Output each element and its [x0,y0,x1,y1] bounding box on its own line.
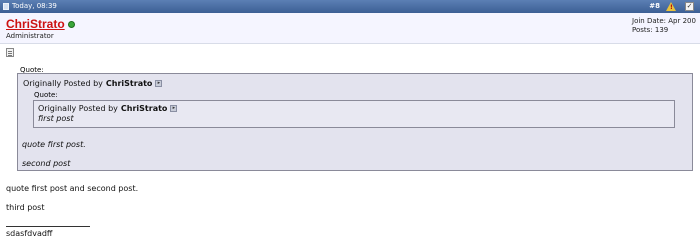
join-date: Join Date: Apr 200 [632,17,696,25]
nested-quote-block: Originally Posted by ChriStrato ▸ first … [33,100,675,128]
username-link[interactable]: ChriStrato [6,17,65,31]
nested-quote-text: first post [38,114,74,123]
username-block: ChriStrato [6,17,75,31]
user-title: Administrator [6,32,54,40]
nested-originally-posted-by-text: Originally Posted by [38,104,118,113]
report-post-icon[interactable]: ! [666,2,676,11]
message-icon [6,48,14,57]
signature-divider [6,226,90,227]
quote-line: second post [22,159,71,168]
quote-line: quote first post. [22,140,86,149]
post-date-text: Today, 08:39 [12,2,57,10]
select-post-checkbox-icon[interactable]: ✓ [685,2,694,11]
view-post-icon[interactable]: ▸ [155,80,163,87]
quote-block: Originally Posted by ChriStrato ▸ Quote:… [17,73,693,171]
post-number-link[interactable]: #8 [649,2,660,10]
post-text-line: quote first post and second post. [6,184,139,193]
originally-posted-by-text: Originally Posted by [23,79,103,88]
nested-quote-author: ChriStrato [120,104,168,113]
nested-quote-attribution: Originally Posted by ChriStrato ▸ [38,104,178,113]
post-text-line: third post [6,203,45,212]
post-date: Today, 08:39 [3,2,57,11]
user-info-row: ChriStrato Administrator Join Date: Apr … [0,13,700,44]
nested-quote-label: Quote: [34,91,58,99]
online-status-icon [67,20,75,28]
quote-author: ChriStrato [105,79,153,88]
nested-view-post-icon[interactable]: ▸ [170,105,178,112]
quote-attribution: Originally Posted by ChriStrato ▸ [23,79,163,88]
post-old-icon [3,3,9,10]
user-stats: Join Date: Apr 200 Posts: 139 [632,17,698,35]
signature-text: sdasfdvadff [6,229,53,238]
post-header-bar: Today, 08:39 #8 ! ✓ [0,0,700,13]
post-count: Posts: 139 [632,26,669,34]
